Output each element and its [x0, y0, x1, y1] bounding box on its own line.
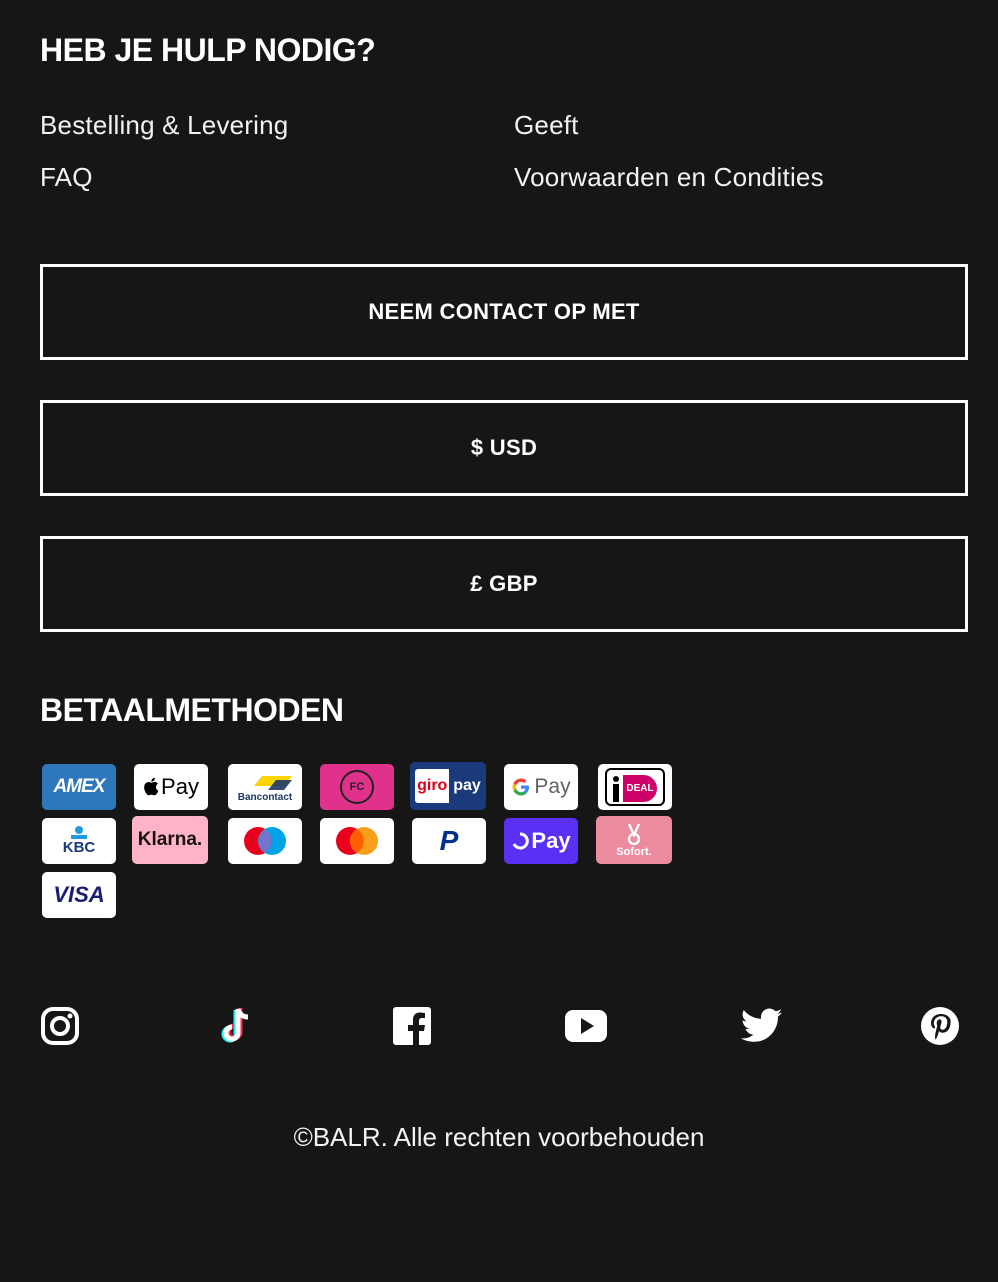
amex-icon: AMEX — [42, 764, 116, 810]
instagram-icon[interactable] — [38, 1004, 82, 1048]
currency-gbp-button[interactable]: £ GBP — [40, 536, 968, 632]
payment-heading: BETAALMETHODEN — [40, 692, 344, 728]
copyright-text: ©BALR. Alle rechten voorbehouden — [293, 1122, 705, 1152]
tiktok-icon[interactable] — [214, 1004, 258, 1048]
kbc-icon: KBC — [42, 818, 116, 864]
giropay-icon: giro pay — [410, 762, 486, 810]
help-heading: HEB JE HULP NODIG? — [40, 32, 376, 68]
google-pay-icon: Pay — [504, 764, 578, 810]
visa-icon: VISA — [42, 872, 116, 918]
apple-pay-icon: Pay — [134, 764, 208, 810]
contact-button[interactable]: NEEM CONTACT OP MET — [40, 264, 968, 360]
currency-usd-button[interactable]: $ USD — [40, 400, 968, 496]
youtube-icon[interactable] — [564, 1004, 608, 1048]
link-bestelling-levering[interactable]: Bestelling & Levering — [40, 110, 288, 141]
link-geeft[interactable]: Geeft — [514, 110, 579, 141]
twitter-icon[interactable] — [740, 1004, 784, 1048]
facebook-icon[interactable] — [390, 1004, 434, 1048]
shop-pay-icon: Pay — [504, 818, 578, 864]
ideal-icon: DEAL — [598, 764, 672, 810]
maestro-icon — [228, 818, 302, 864]
klarna-icon: Klarna. — [132, 816, 208, 864]
pinterest-icon[interactable] — [918, 1004, 962, 1048]
bancontact-icon: Bancontact — [228, 764, 302, 810]
mastercard-icon — [320, 818, 394, 864]
paypal-icon: P — [412, 818, 486, 864]
link-faq[interactable]: FAQ — [40, 162, 93, 193]
sofort-icon: Sofort. — [596, 816, 672, 864]
link-voorwaarden[interactable]: Voorwaarden en Condities — [514, 162, 824, 193]
fc-icon: FC — [320, 764, 394, 810]
